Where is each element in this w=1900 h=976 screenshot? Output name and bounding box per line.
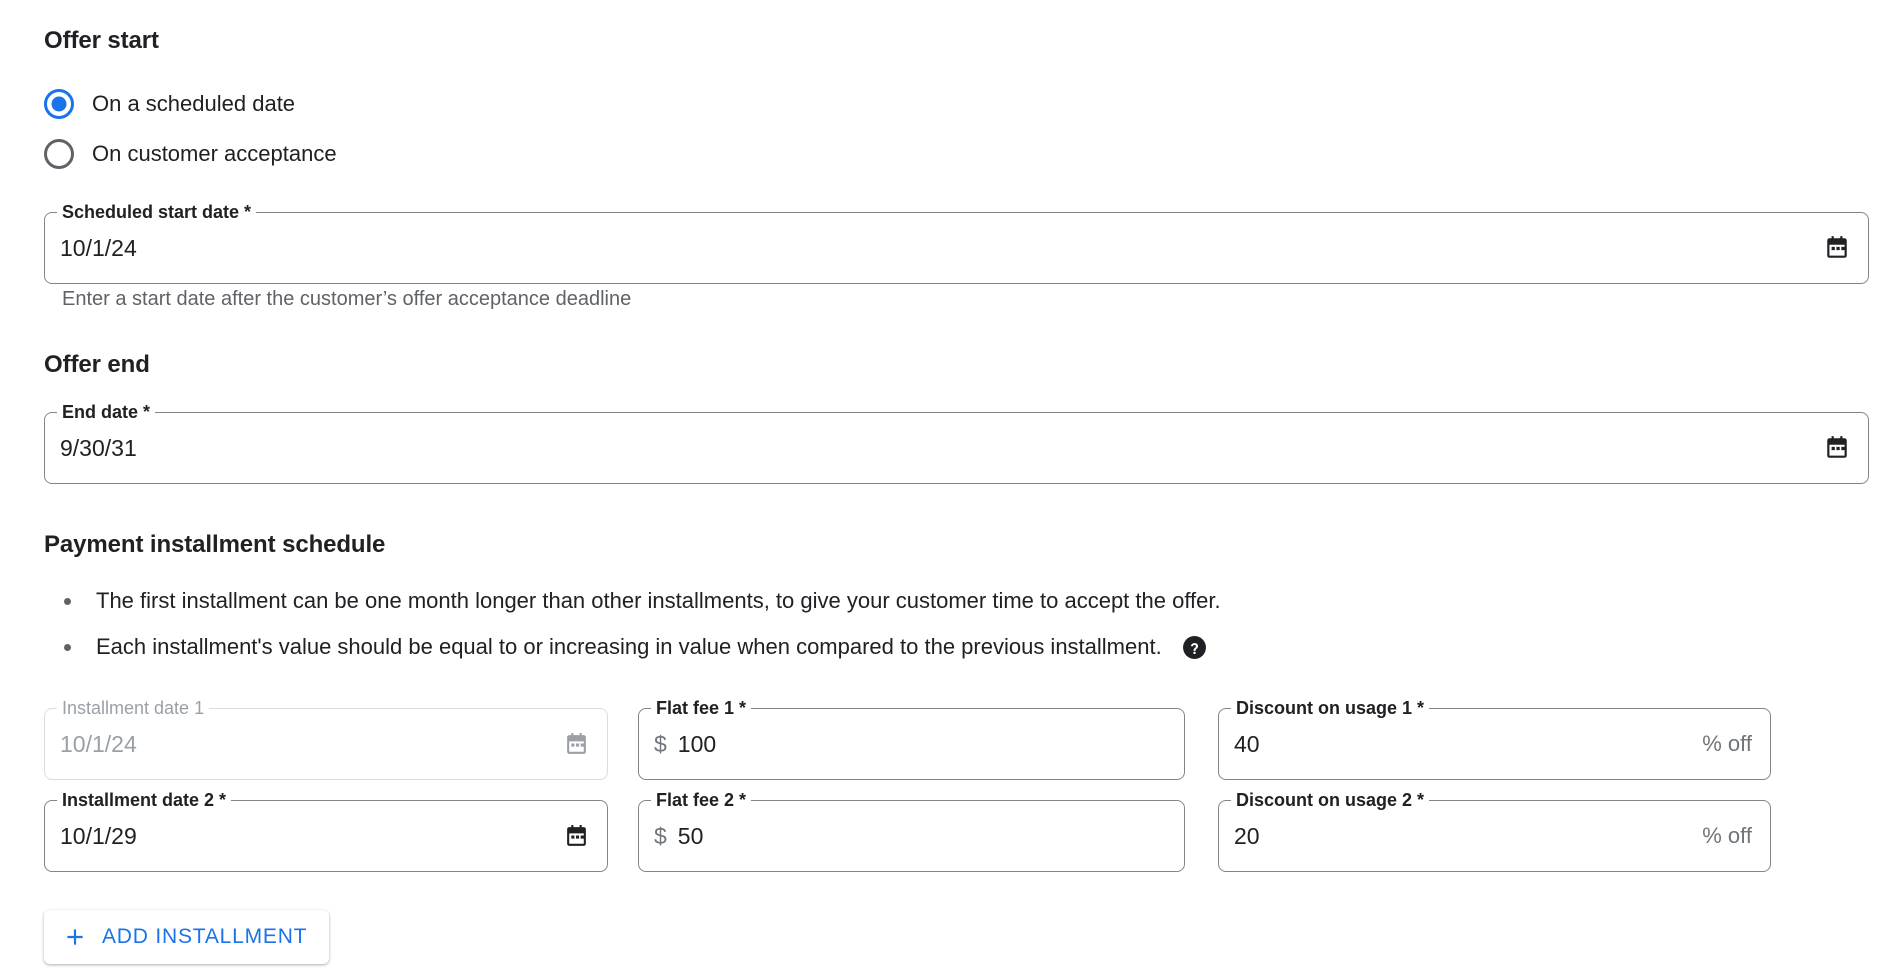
radio-button-scheduled-date[interactable] <box>44 89 74 119</box>
currency-prefix: $ <box>654 730 667 757</box>
flat-fee-2-value: 50 <box>677 822 704 849</box>
currency-prefix: $ <box>654 822 667 849</box>
rule-text-2: Each installment's value should be equal… <box>96 634 1162 659</box>
radio-option-on-a-scheduled-date[interactable]: On a scheduled date <box>30 82 295 126</box>
calendar-icon <box>564 732 589 757</box>
installment-date-1-value: 10/1/24 <box>60 730 137 757</box>
flat-fee-1-field[interactable]: Flat fee 1 * $ 100 <box>638 698 1185 780</box>
installment-date-2-value: 10/1/29 <box>60 822 137 849</box>
scheduled-start-date-label: Scheduled start date * <box>57 202 257 222</box>
calendar-icon[interactable] <box>1824 435 1850 461</box>
add-installment-button[interactable]: ADD INSTALLMENT <box>44 910 330 964</box>
radio-label-customer-acceptance: On customer acceptance <box>92 141 337 166</box>
bullet-dot-icon <box>64 597 71 605</box>
discount-on-usage-1-label: Discount on usage 1 * <box>1231 698 1430 718</box>
radio-button-customer-acceptance[interactable] <box>44 139 74 169</box>
installment-date-1-label: Installment date 1 <box>57 698 210 718</box>
end-date-value: 9/30/31 <box>60 434 137 461</box>
plus-icon <box>62 924 88 950</box>
discount-on-usage-1-field[interactable]: Discount on usage 1 * 40 % off <box>1218 698 1771 780</box>
end-date-field[interactable]: End date * 9/30/31 <box>44 402 1869 484</box>
add-installment-label: ADD INSTALLMENT <box>102 925 308 948</box>
discount-on-usage-1-value: 40 <box>1234 730 1260 757</box>
scheduled-start-date-helper-text: Enter a start date after the customer’s … <box>62 288 632 310</box>
discount-on-usage-2-field[interactable]: Discount on usage 2 * 20 % off <box>1218 790 1771 872</box>
rule-text-1: The first installment can be one month l… <box>96 588 1221 613</box>
payment-installment-schedule-heading: Payment installment schedule <box>44 531 386 558</box>
flat-fee-1-label: Flat fee 1 * <box>651 698 752 718</box>
list-item: The first installment can be one month l… <box>44 578 1844 624</box>
payment-schedule-rules-list: The first installment can be one month l… <box>44 578 1844 670</box>
flat-fee-1-value: 100 <box>677 730 717 757</box>
scheduled-start-date-value: 10/1/24 <box>60 234 137 261</box>
bullet-dot-icon <box>64 643 71 651</box>
discount-on-usage-2-value: 20 <box>1234 822 1260 849</box>
offer-schedule-form: Offer start On a scheduled date On custo… <box>0 0 1900 976</box>
discount-on-usage-2-label: Discount on usage 2 * <box>1231 790 1430 810</box>
percent-off-suffix: % off <box>1702 731 1752 756</box>
offer-end-heading: Offer end <box>44 351 150 378</box>
flat-fee-2-label: Flat fee 2 * <box>651 790 752 810</box>
percent-off-suffix: % off <box>1702 823 1752 848</box>
installment-date-2-field[interactable]: Installment date 2 * 10/1/29 <box>44 790 608 872</box>
help-icon[interactable] <box>1182 635 1207 660</box>
installment-date-2-label: Installment date 2 * <box>57 790 232 810</box>
radio-option-on-customer-acceptance[interactable]: On customer acceptance <box>30 132 337 176</box>
installment-date-1-field: Installment date 1 10/1/24 <box>44 698 608 780</box>
radio-label-scheduled-date: On a scheduled date <box>92 91 296 116</box>
offer-start-heading: Offer start <box>44 27 159 54</box>
calendar-icon[interactable] <box>564 824 589 849</box>
list-item: Each installment's value should be equal… <box>44 624 1844 670</box>
calendar-icon[interactable] <box>1824 235 1850 261</box>
flat-fee-2-field[interactable]: Flat fee 2 * $ 50 <box>638 790 1185 872</box>
scheduled-start-date-field[interactable]: Scheduled start date * 10/1/24 <box>44 202 1869 284</box>
end-date-label: End date * <box>57 402 156 422</box>
